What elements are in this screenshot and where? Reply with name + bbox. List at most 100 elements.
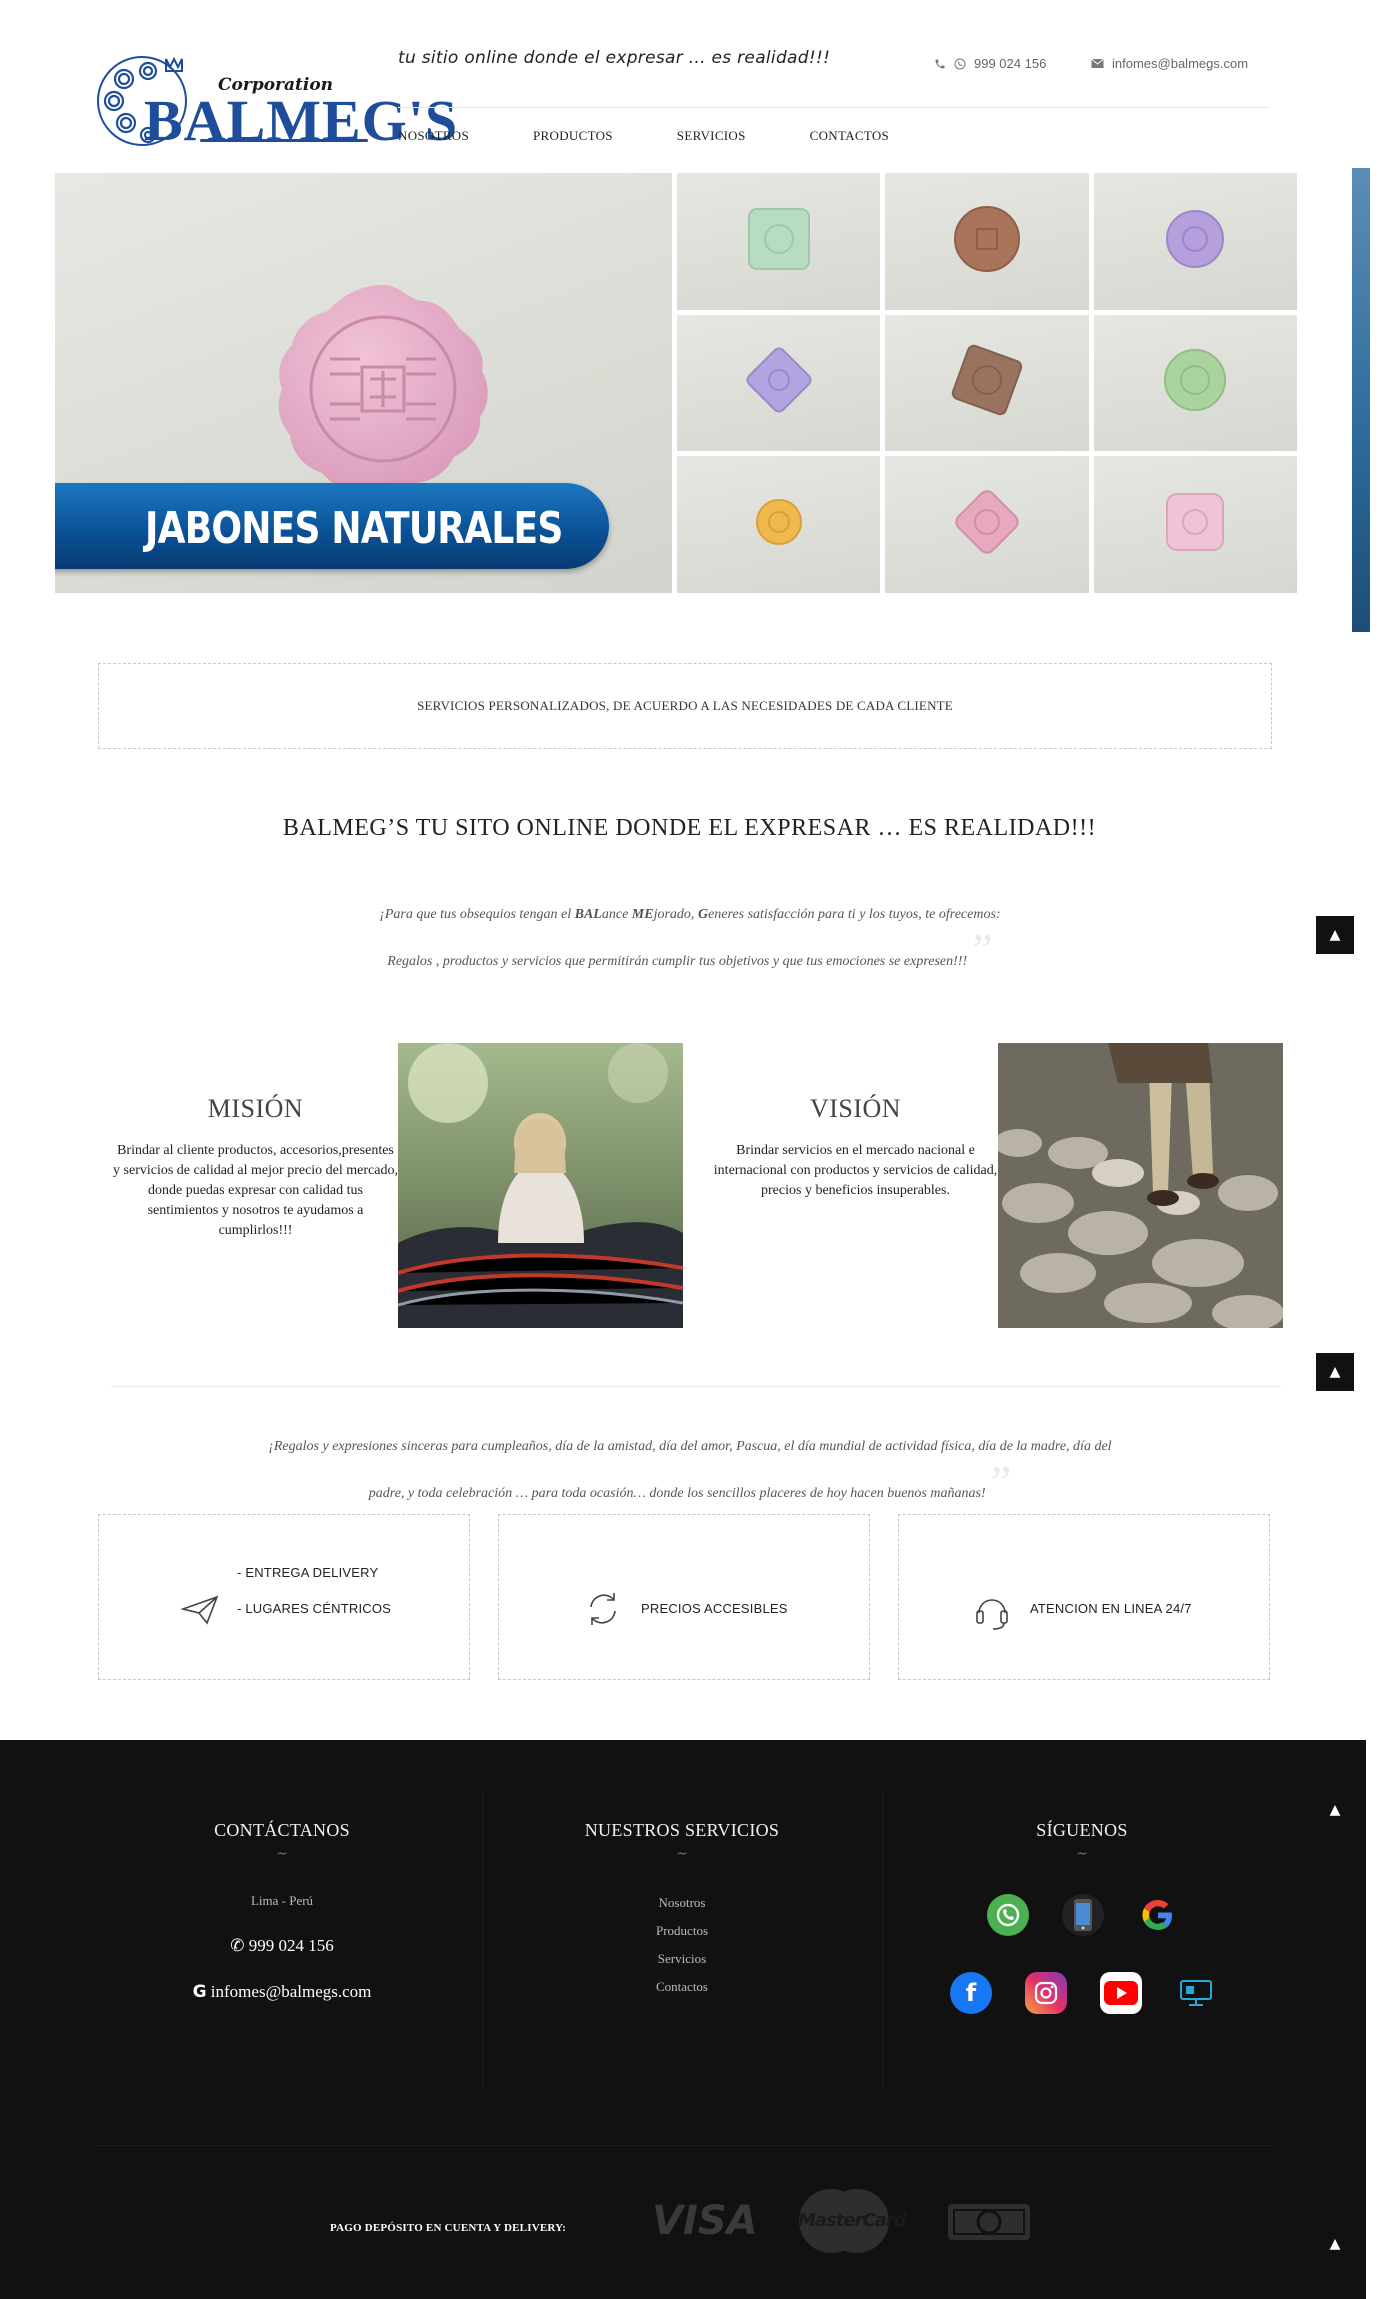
soap-tile (1093, 173, 1297, 310)
youtube-link[interactable] (1100, 1972, 1142, 2014)
hero-main-image: JABONES NATURALES (55, 173, 672, 593)
mastercard-logo: MasterCard (796, 2186, 907, 2256)
soap-tile (885, 173, 1089, 310)
arrow-up-icon: ▲ (1329, 927, 1341, 943)
soap-tile (677, 314, 881, 452)
services-banner: SERVICIOS PERSONALIZADOS, DE ACUERDO A L… (98, 663, 1272, 749)
nav-contactos[interactable]: CONTACTOS (810, 128, 889, 144)
cash-icon (944, 2198, 1034, 2244)
scroll-top-button[interactable]: ▲ (1316, 1791, 1354, 1829)
feature-prices: PRECIOS ACCESIBLES (498, 1514, 870, 1680)
nav-productos[interactable]: PRODUCTOS (533, 128, 613, 144)
google-link[interactable] (1137, 1894, 1179, 1936)
intro-quote-line2: Regalos , productos y servicios que perm… (387, 924, 993, 975)
facebook-icon: f (965, 1979, 977, 2007)
squiggle-icon: ~ (676, 1846, 688, 1862)
soap-tile (677, 456, 881, 593)
feature-support: ATENCION EN LINEA 24/7 (898, 1514, 1270, 1680)
footer-link-productos[interactable]: Productos (512, 1923, 852, 1939)
page-title: BALMEG’S TU SITO ONLINE DONDE EL EXPRESA… (282, 815, 1097, 841)
main-nav: NOSOTROS PRODUCTOS SERVICIOS CONTACTOS (398, 128, 953, 144)
brand-underline (200, 139, 368, 142)
footer-link-nosotros[interactable]: Nosotros (512, 1895, 852, 1911)
payment-label: PAGO DEPÓSITO EN CUENTA Y DELIVERY: (330, 2222, 567, 2234)
arrow-up-icon: ▲ (1329, 2236, 1341, 2252)
hero-thumbnail-grid (677, 173, 1297, 593)
squiggle-icon: ~ (1076, 1846, 1088, 1862)
header-email-text: infomes@balmegs.com (1112, 56, 1249, 71)
header-tagline: tu sitio online donde el expresar ... es… (398, 48, 831, 68)
arrow-up-icon: ▲ (1329, 1802, 1341, 1818)
website-link[interactable] (1175, 1972, 1217, 2014)
occasions-quote-line2: padre, y toda celebración … para toda oc… (368, 1456, 1012, 1507)
scroll-top-button[interactable]: ▲ (1316, 1353, 1354, 1391)
whatsapp-icon (954, 58, 966, 69)
whatsapp-icon (996, 1903, 1020, 1927)
services-banner-text: SERVICIOS PERSONALIZADOS, DE ACUERDO A L… (417, 698, 953, 713)
footer-rule (98, 2145, 1272, 2146)
soap-tile (1093, 456, 1297, 593)
header-phone[interactable]: 999 024 156 (934, 56, 1046, 71)
monitor-icon (1180, 1980, 1212, 2006)
header-divider (398, 107, 1269, 108)
nav-servicios[interactable]: SERVICIOS (677, 128, 746, 144)
envelope-icon (1091, 58, 1104, 68)
scroll-top-button[interactable]: ▲ (1316, 916, 1354, 954)
google-icon: G (192, 1982, 207, 2002)
section-divider (111, 1386, 1281, 1387)
headset-icon (976, 1599, 1008, 1630)
phone-icon: ✆ (230, 1936, 245, 1955)
arrow-up-icon: ▲ (1329, 1364, 1341, 1380)
header-email[interactable]: infomes@balmegs.com (1091, 56, 1248, 71)
footer-phone[interactable]: ✆ 999 024 156 (112, 1936, 452, 1956)
instagram-icon (1034, 1981, 1058, 2005)
footer-link-servicios[interactable]: Servicios (512, 1951, 852, 1967)
hero-banner-text: JABONES NATURALES (145, 503, 563, 554)
footer-divider (882, 1792, 883, 2088)
quote-mark-icon: ” (985, 1456, 1012, 1507)
refresh-icon (590, 1593, 616, 1625)
vision-photo (998, 1043, 1283, 1328)
scroll-top-button[interactable]: ▲ (1316, 2225, 1354, 2263)
footer-location: Lima - Perú (250, 1893, 314, 1908)
vision-title: VISIÓN (809, 1094, 902, 1123)
soap-tile (885, 314, 1089, 452)
hero-slider[interactable]: JABONES NATURALES (55, 173, 1297, 593)
paper-plane-icon (181, 1595, 219, 1625)
footer-follow-title: SÍGUENOS (1036, 1820, 1128, 1840)
footer-link-contactos[interactable]: Contactos (512, 1979, 852, 1995)
facebook-link[interactable]: f (950, 1972, 992, 2014)
header-phone-text: 999 024 156 (974, 56, 1047, 71)
feature-delivery: - ENTREGA DELIVERY - LUGARES CÉNTRICOS (98, 1514, 470, 1680)
occasions-quote: ¡Regalos y expresiones sinceras para cum… (240, 1435, 1140, 1506)
brand-logo[interactable]: Corporation BALMEG'S (96, 45, 457, 155)
feature-delivery-line1: - ENTREGA DELIVERY (237, 1565, 379, 1580)
mission-text: Brindar al cliente productos, accesorios… (113, 1143, 398, 1238)
visa-logo: VISA (652, 2198, 758, 2244)
youtube-icon (1104, 1981, 1138, 2005)
footer-email[interactable]: G infomes@balmegs.com (112, 1982, 452, 2002)
feature-support-label: ATENCION EN LINEA 24/7 (1030, 1601, 1192, 1616)
whatsapp-link[interactable] (987, 1894, 1029, 1936)
footer-contact-title: CONTÁCTANOS (214, 1820, 350, 1840)
squiggle-icon: ~ (276, 1846, 288, 1862)
phone-link[interactable] (1062, 1894, 1104, 1936)
footer-services-title: NUESTROS SERVICIOS (584, 1820, 780, 1840)
feature-delivery-line2: - LUGARES CÉNTRICOS (237, 1601, 392, 1616)
vision-text: Brindar servicios en el mercado nacional… (713, 1143, 998, 1198)
soap-tile (1093, 314, 1297, 452)
mobile-phone-icon (1074, 1899, 1092, 1931)
nav-nosotros[interactable]: NOSOTROS (398, 128, 469, 144)
site-footer: CONTÁCTANOS ~ Lima - Perú ✆ 999 024 156 … (0, 1740, 1366, 2299)
intro-quote-line1: ¡Para que tus obsequios tengan el BALanc… (379, 907, 1001, 922)
intro-quote: ¡Para que tus obsequios tengan el BALanc… (300, 903, 1080, 974)
footer-divider (482, 1792, 483, 2088)
soap-tile (677, 173, 881, 310)
next-slide-preview[interactable] (1352, 168, 1370, 632)
phone-icon (935, 59, 945, 68)
soap-tile (885, 456, 1089, 593)
feature-prices-label: PRECIOS ACCESIBLES (641, 1601, 788, 1616)
instagram-link[interactable] (1025, 1972, 1067, 2014)
soap-image (278, 285, 488, 494)
quote-mark-icon: ” (967, 924, 993, 975)
